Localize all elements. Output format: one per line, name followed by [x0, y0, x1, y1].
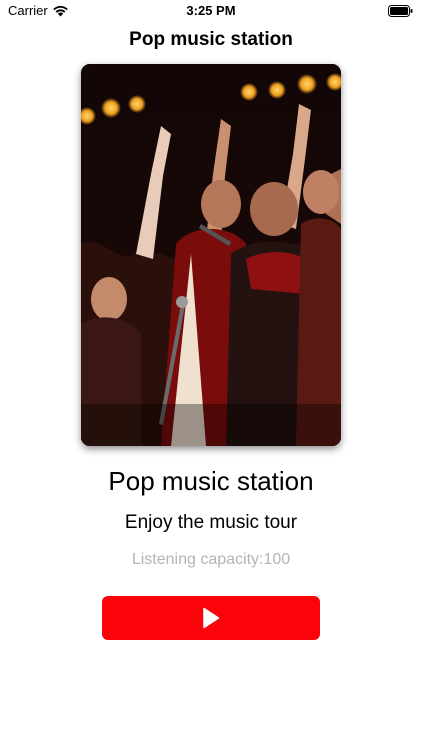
station-name: Pop music station	[108, 466, 314, 496]
play-button[interactable]	[102, 596, 320, 640]
battery-icon	[388, 5, 413, 17]
player-screen: Carrier 3:25 PM Pop music station Pop mu…	[0, 0, 422, 750]
album-artwork	[81, 64, 341, 446]
capacity-value: 100	[263, 551, 291, 568]
status-time: 3:25 PM	[186, 3, 236, 18]
concert-photo-icon	[81, 64, 341, 446]
page-title: Pop music station	[129, 29, 293, 50]
status-bar: Carrier 3:25 PM	[0, 0, 422, 22]
play-icon	[203, 607, 220, 629]
capacity-label: Listening capacity:	[131, 551, 264, 568]
listening-capacity: Listening capacity:100	[0, 551, 422, 569]
station-tagline: Enjoy the music tour	[124, 512, 298, 533]
